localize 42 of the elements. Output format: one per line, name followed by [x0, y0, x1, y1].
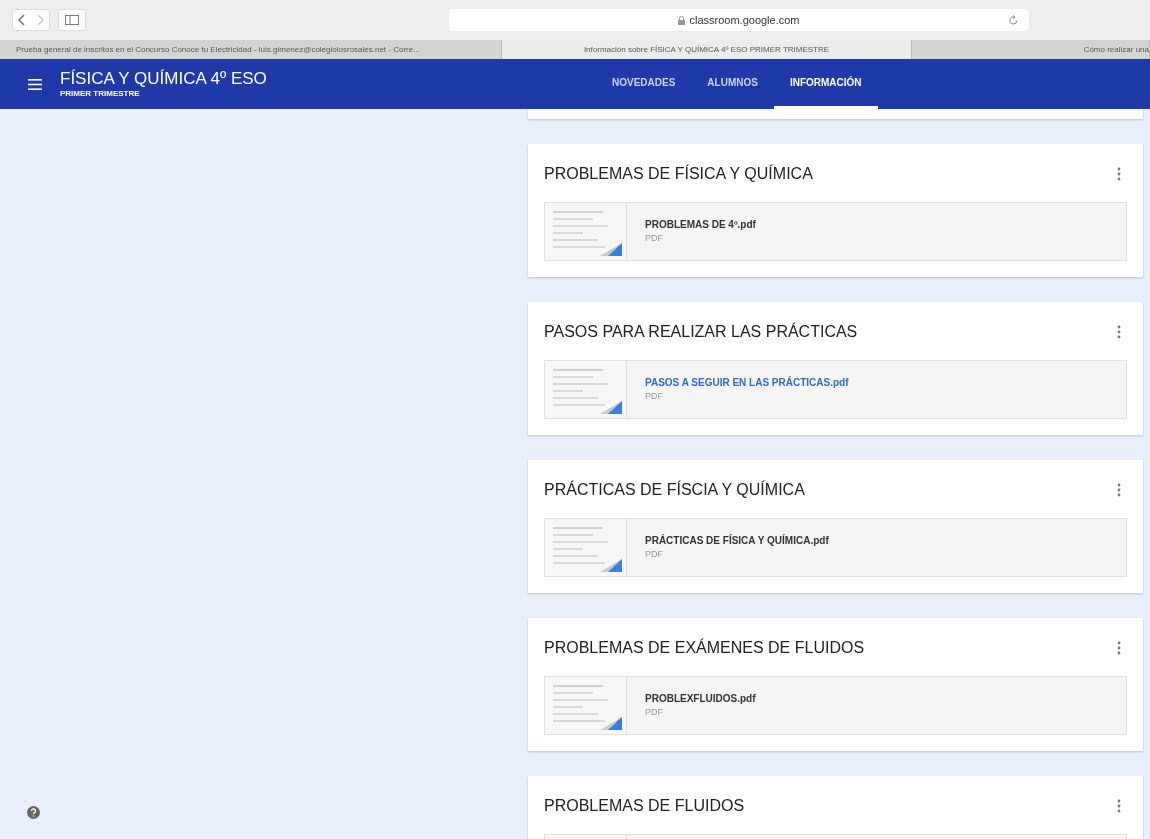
section-title: PASOS PARA REALIZAR LAS PRÁCTICAS	[544, 321, 858, 342]
address-bar[interactable]: classroom.google.com	[449, 9, 1029, 31]
section-title: PROBLEMAS DE FÍSICA Y QUÍMICA	[544, 163, 813, 184]
file-type: PDF	[645, 390, 664, 404]
more-options-icon[interactable]	[1117, 167, 1121, 181]
more-options-icon[interactable]	[1117, 641, 1121, 655]
attachment-row[interactable]: PASOS A SEGUIR EN LAS PRÁCTICAS.pdf PDF	[544, 360, 1127, 419]
attachment-row[interactable]: PROBLEMAS DE 4º.pdf PDF	[544, 202, 1127, 261]
page-corner-icon	[600, 717, 622, 730]
file-name[interactable]: PROBLEXFLUIDOS.pdf	[645, 691, 756, 707]
section-title: PRÁCTICAS DE FÍSCIA Y QUÍMICA	[544, 479, 805, 500]
section-title: PROBLEMAS DE EXÁMENES DE FLUIDOS	[544, 637, 865, 658]
file-name[interactable]: PASOS A SEGUIR EN LAS PRÁCTICAS.pdf	[645, 375, 849, 391]
back-icon[interactable]	[17, 14, 27, 26]
sidebar-toggle-button[interactable]	[58, 9, 86, 31]
browser-tab[interactable]: Cómo realizar una	[912, 40, 1150, 59]
browser-tab[interactable]: Información sobre FÍSICA Y QUÍMICA 4º ESO PRIMER TRIMESTRE	[502, 40, 912, 59]
file-type: PDF	[645, 548, 664, 562]
nav-tab[interactable]: ALUMNOS	[691, 59, 774, 109]
browser-tab[interactable]: Prueba general de inscritos en el Concurso Conoce tu Electricidad - luis.gimenez@colegiolosrosales.net - Corre...	[0, 40, 502, 59]
attachment-row[interactable]: PROBLEXFLUIDOS.pdf PDF	[544, 676, 1127, 735]
class-subtitle: PRIMER TRIMESTRE	[60, 87, 141, 100]
page-corner-icon	[600, 243, 622, 256]
file-name[interactable]: PRÁCTICAS DE FÍSICA Y QUÍMICA.pdf	[645, 533, 829, 549]
more-options-icon[interactable]	[1117, 483, 1121, 497]
page-corner-icon	[600, 401, 622, 414]
lock-icon	[678, 15, 686, 25]
url-text: classroom.google.com	[689, 12, 800, 28]
more-options-icon[interactable]	[1117, 325, 1121, 339]
help-icon[interactable]	[27, 806, 40, 819]
reload-icon[interactable]	[1008, 14, 1019, 26]
file-type: PDF	[645, 706, 664, 720]
page-corner-icon	[600, 559, 622, 572]
class-title: FÍSICA Y QUÍMICA 4º ESO	[60, 68, 267, 88]
attachment-row[interactable]: PRÁCTICAS DE FÍSICA Y QUÍMICA.pdf PDF	[544, 518, 1127, 577]
more-options-icon[interactable]	[1117, 799, 1121, 813]
menu-icon[interactable]	[28, 78, 42, 90]
file-type: PDF	[645, 232, 664, 246]
section-title: PROBLEMAS DE FLUIDOS	[544, 796, 745, 816]
file-name[interactable]: PROBLEMAS DE 4º.pdf	[645, 217, 756, 233]
nav-tab[interactable]: NOVEDADES	[596, 59, 692, 109]
sidebar-icon	[65, 15, 79, 25]
